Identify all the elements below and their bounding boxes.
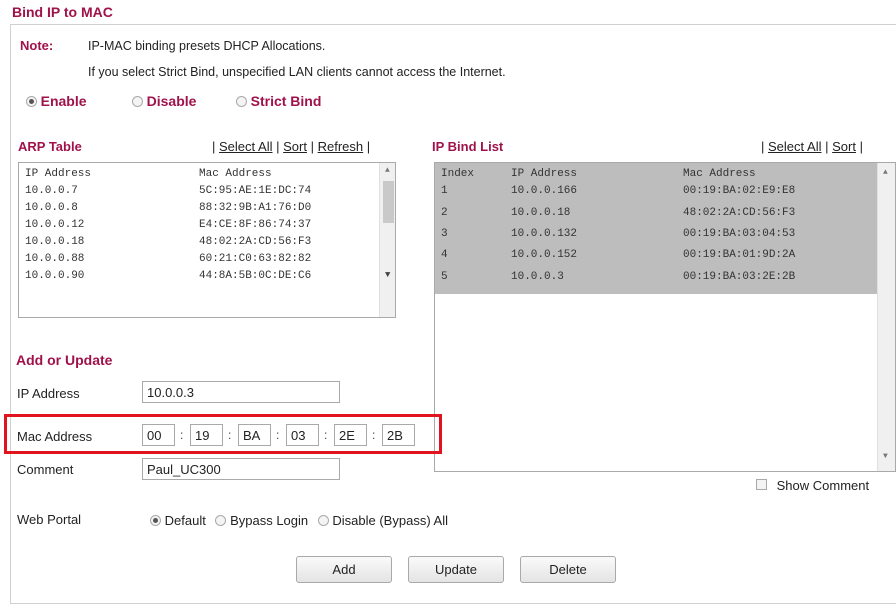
bind-row-index[interactable]: 2 [441, 205, 448, 222]
arp-row-mac[interactable]: 48:02:2A:CD:56:F3 [199, 234, 311, 251]
update-button[interactable]: Update [408, 556, 504, 583]
arp-col-ip: IP Address [25, 168, 92, 180]
arp-refresh-link[interactable]: Refresh [318, 139, 364, 154]
show-comment-toggle[interactable]: Show Comment [756, 478, 869, 493]
scroll-down-arrow-icon[interactable]: ▼ [385, 271, 390, 280]
arp-row-mac[interactable]: 88:32:9B:A1:76:D0 [199, 200, 311, 217]
radio-unchecked-icon[interactable] [132, 96, 143, 107]
arp-table-actions: | Select All | Sort | Refresh | [212, 139, 371, 154]
arp-row-mac[interactable]: 5C:95:AE:1E:DC:74 [199, 183, 311, 200]
bind-col-mac: Mac Address [683, 168, 756, 180]
show-comment-label: Show Comment [776, 478, 870, 493]
web-portal-bypass-login-label[interactable]: Bypass Login [230, 513, 308, 528]
bind-row-ip[interactable]: 10.0.0.152 [511, 247, 577, 264]
scroll-down-arrow-icon[interactable]: ▼ [883, 453, 888, 461]
bind-col-index: Index [441, 168, 475, 180]
bind-col-ip: IP Address [511, 168, 578, 180]
arp-row-ip[interactable]: 10.0.0.12 [25, 217, 84, 234]
mode-label-strict-bind: Strict Bind [250, 93, 322, 109]
arp-row-ip[interactable]: 10.0.0.18 [25, 234, 84, 251]
add-update-heading: Add or Update [16, 352, 113, 368]
selected-rows-highlight [435, 163, 877, 294]
ip-address-label: IP Address [17, 386, 80, 401]
mode-label-disable: Disable [146, 93, 197, 109]
bind-row-mac[interactable]: 48:02:2A:CD:56:F3 [683, 205, 795, 222]
bind-sort-link[interactable]: Sort [832, 139, 856, 154]
mode-radio-enable[interactable]: Enable [26, 93, 87, 109]
bind-row-mac[interactable]: 00:19:BA:03:2E:2B [683, 269, 795, 286]
comment-label: Comment [17, 462, 74, 477]
mode-label-enable: Enable [40, 93, 87, 109]
arp-select-all-link[interactable]: Select All [219, 139, 272, 154]
web-portal-default-label[interactable]: Default [165, 513, 206, 528]
scroll-up-arrow-icon[interactable]: ▲ [883, 169, 888, 177]
checkbox-icon[interactable] [756, 479, 767, 490]
bind-row-ip[interactable]: 10.0.0.166 [511, 183, 577, 200]
note-line-2: If you select Strict Bind, unspecified L… [88, 65, 506, 79]
arp-row-ip[interactable]: 10.0.0.88 [25, 251, 84, 268]
arp-table-heading: ARP Table [18, 139, 82, 154]
radio-unchecked-icon[interactable] [236, 96, 247, 107]
arp-row-mac[interactable]: 60:21:C0:63:82:82 [199, 251, 311, 268]
bind-list-scrollbar[interactable]: ▲ ▼ [877, 163, 895, 471]
mode-radio-strict-bind[interactable]: Strict Bind [236, 93, 321, 109]
bind-row-ip[interactable]: 10.0.0.132 [511, 226, 577, 243]
radio-unchecked-icon[interactable] [215, 515, 227, 526]
add-button[interactable]: Add [296, 556, 392, 583]
bind-row-mac[interactable]: 00:19:BA:02:E9:E8 [683, 183, 795, 200]
note-line-1: IP-MAC binding presets DHCP Allocations. [88, 39, 326, 53]
delete-button[interactable]: Delete [520, 556, 616, 583]
arp-row-mac[interactable]: 44:8A:5B:0C:DE:C6 [199, 268, 311, 285]
web-portal-label: Web Portal [17, 512, 82, 527]
arp-row-ip[interactable]: 10.0.0.90 [25, 268, 84, 285]
note-label: Note: [20, 38, 54, 53]
arp-row-ip[interactable]: 10.0.0.7 [25, 183, 78, 200]
bind-row-index[interactable]: 4 [441, 247, 448, 264]
radio-checked-icon[interactable] [26, 96, 37, 107]
page-title: Bind IP to MAC [12, 4, 113, 20]
bind-row-index[interactable]: 3 [441, 226, 448, 243]
ip-bind-list-heading: IP Bind List [432, 139, 504, 154]
arp-row-ip[interactable]: 10.0.0.8 [25, 200, 78, 217]
bind-row-mac[interactable]: 00:19:BA:03:04:53 [683, 226, 795, 243]
bind-row-mac[interactable]: 00:19:BA:01:9D:2A [683, 247, 795, 264]
arp-col-mac: Mac Address [199, 168, 272, 180]
bind-list-actions: | Select All | Sort | [761, 139, 863, 154]
mac-address-highlight-box [4, 414, 442, 454]
arp-scrollbar[interactable]: ▲ ▼ [379, 163, 395, 317]
ip-address-input[interactable] [142, 381, 340, 403]
mode-radio-disable[interactable]: Disable [132, 93, 196, 109]
arp-row-mac[interactable]: E4:CE:8F:86:74:37 [199, 217, 311, 234]
bind-row-index[interactable]: 5 [441, 269, 448, 286]
radio-checked-icon[interactable] [150, 515, 161, 526]
bind-row-ip[interactable]: 10.0.0.3 [511, 269, 564, 286]
bind-select-all-link[interactable]: Select All [768, 139, 821, 154]
arp-table-listbox[interactable]: IP Address Mac Address 10.0.0.7 5C:95:AE… [18, 162, 396, 318]
radio-unchecked-icon[interactable] [317, 515, 329, 526]
scroll-up-arrow-icon[interactable]: ▲ [385, 167, 390, 175]
comment-input[interactable] [142, 458, 340, 480]
web-portal-options: Default Bypass Login Disable (Bypass) Al… [150, 513, 448, 528]
arp-sort-link[interactable]: Sort [283, 139, 307, 154]
web-portal-disable-all-label[interactable]: Disable (Bypass) All [332, 513, 448, 528]
bind-row-index[interactable]: 1 [441, 183, 448, 200]
bind-row-ip[interactable]: 10.0.0.18 [511, 205, 570, 222]
ip-bind-listbox[interactable]: Index IP Address Mac Address 1 10.0.0.16… [434, 162, 896, 472]
scroll-thumb[interactable] [383, 181, 394, 223]
